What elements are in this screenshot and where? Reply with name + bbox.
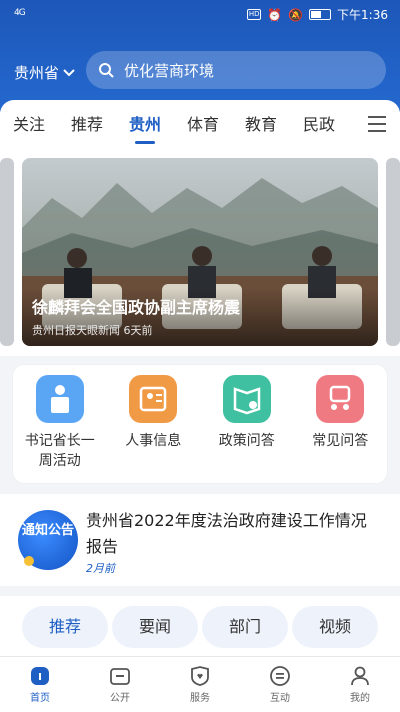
status-bar: 4G HD ⏰ 🔕 下午1:36 [0,0,400,28]
search-input[interactable]: 优化营商环境 [124,60,214,81]
tab-recommend[interactable]: 推荐 [58,100,116,150]
menu-icon[interactable] [368,116,386,132]
region-selector[interactable]: 贵州省 [14,62,75,83]
prev-slide-peek[interactable] [0,158,14,346]
mute-icon: 🔕 [288,7,304,22]
nav-home[interactable]: 首页 [0,657,80,712]
notice-card[interactable]: 通知公告 贵州省2022年度法治政府建设工作情况报告 2月前 [0,494,400,586]
nav-service-label: 服务 [190,693,210,704]
nav-me[interactable]: 我的 [320,657,400,712]
nav-public-label: 公开 [110,693,130,704]
slide-title: 徐麟拜会全国政协副主席杨震 [32,298,241,317]
pill-departments[interactable]: 部门 [202,606,288,648]
notice-title[interactable]: 贵州省2022年度法治政府建设工作情况报告 [86,508,376,560]
pill-headlines[interactable]: 要闻 [112,606,198,648]
folder-icon [110,668,130,685]
pill-recommend[interactable]: 推荐 [22,606,108,648]
pill-videos[interactable]: 视频 [292,606,378,648]
quick-link-leader-activities[interactable]: 书记省长一周活动 [17,375,103,483]
tab-civil-affairs[interactable]: 民政 [290,100,348,150]
tab-follow[interactable]: 关注 [0,100,58,150]
hd-icon: HD [247,9,262,20]
person-card-icon [129,375,178,423]
nav-interact[interactable]: 互动 [240,657,320,712]
chevron-down-icon [63,68,75,76]
slide-meta: 贵州日报天眼新闻 6天前 [32,324,153,337]
channel-tabs: 关注 推荐 贵州 体育 教育 民政 [0,100,400,150]
chat-icon [270,666,290,686]
home-icon [31,667,49,685]
bottom-nav: 首页 公开 服务 互动 我的 [0,656,400,712]
quick-link-label: 书记省长一周活动 [24,433,95,469]
nav-service[interactable]: 服务 [160,657,240,712]
notice-dot [24,556,34,566]
quick-link-faq[interactable]: 常见问答 [297,375,383,483]
tab-sports[interactable]: 体育 [174,100,232,150]
search-icon [99,63,114,78]
nav-home-label: 首页 [30,693,50,704]
tab-guizhou[interactable]: 贵州 [116,100,174,150]
nav-public[interactable]: 公开 [80,657,160,712]
quick-link-label: 常见问答 [312,433,369,449]
carousel-slide[interactable]: 徐麟拜会全国政协副主席杨震 贵州日报天眼新闻 6天前 [22,158,378,346]
quick-link-label: 人事信息 [125,433,182,449]
quick-link-personnel-info[interactable]: 人事信息 [110,375,196,483]
notice-time: 2月前 [86,562,115,575]
nav-me-label: 我的 [350,693,370,704]
policy-book-icon [222,375,271,423]
section-pills: 推荐 要闻 部门 视频 [0,596,400,656]
clock: 下午1:36 [337,8,388,22]
quick-link-policy-qa[interactable]: 政策问答 [204,375,290,483]
signal-indicator: 4G [14,8,26,18]
search-bar[interactable]: 优化营商环境 [86,51,386,89]
tab-education[interactable]: 教育 [232,100,290,150]
user-icon [351,666,369,686]
quick-link-label: 政策问答 [218,433,275,449]
status-icons: HD ⏰ 🔕 下午1:36 [247,6,388,23]
alarm-icon: ⏰ [267,7,283,22]
battery-icon [309,9,332,20]
heart-shield-icon [191,666,209,686]
next-slide-peek[interactable] [386,158,400,346]
podium-icon [35,375,84,423]
region-label: 贵州省 [14,64,60,82]
news-carousel: 徐麟拜会全国政协副主席杨震 贵州日报天眼新闻 6天前 [0,150,400,356]
quick-links: 书记省长一周活动 人事信息 政策问答 常见问答 [12,364,388,484]
faq-people-icon [316,375,365,423]
nav-interact-label: 互动 [270,693,290,704]
app-header: 4G HD ⏰ 🔕 下午1:36 贵州省 优化营商环境 [0,0,400,112]
